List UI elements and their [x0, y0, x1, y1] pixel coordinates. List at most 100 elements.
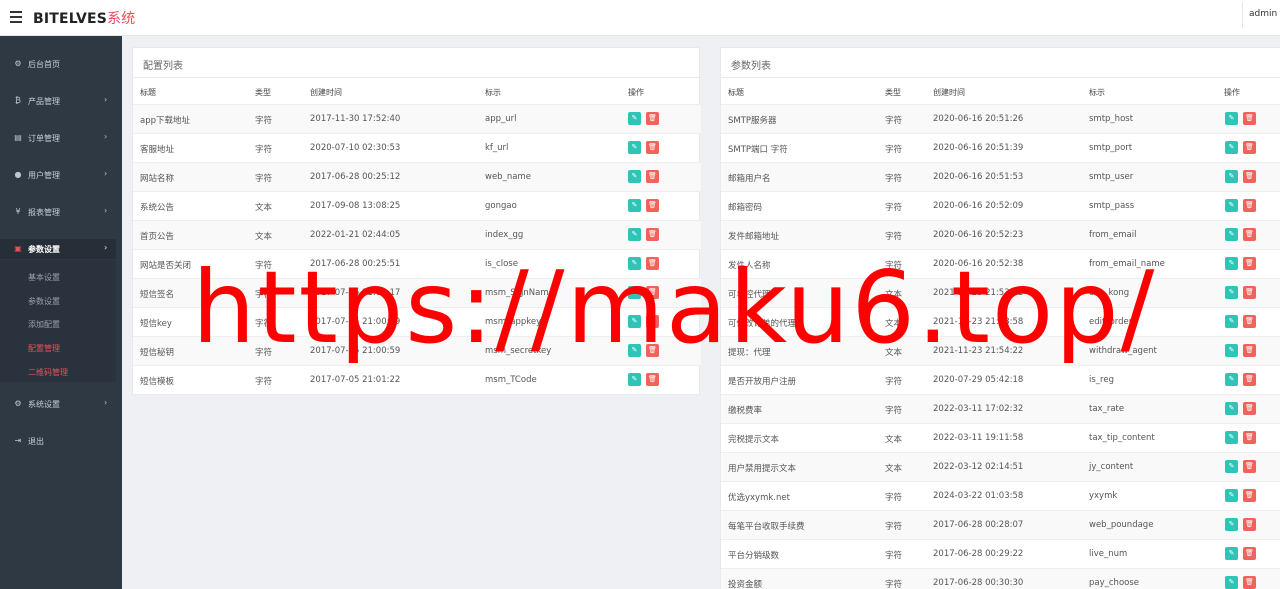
delete-icon[interactable]: 🗑 — [646, 170, 659, 183]
table-cell: 2017-09-08 13:08:25 — [310, 201, 401, 211]
table-row: app下载地址 字符 2017-11-30 17:52:40 app_url ✎ 🗑 — [133, 104, 701, 133]
brand-accent: 系统 — [107, 11, 136, 27]
chevron-down-icon: › — [104, 243, 108, 252]
edit-icon[interactable]: ✎ — [1225, 112, 1238, 125]
table-cell: 2017-06-28 00:29:22 — [933, 549, 1024, 559]
table-cell: 文本 — [885, 435, 903, 445]
delete-icon[interactable]: 🗑 — [646, 112, 659, 125]
edit-icon[interactable]: ✎ — [628, 141, 641, 154]
edit-icon[interactable]: ✎ — [1225, 489, 1238, 502]
table-cell: 2020-06-16 20:51:53 — [933, 172, 1024, 182]
edit-icon[interactable]: ✎ — [1225, 141, 1238, 154]
nav-item-system[interactable]: ⚙ 系统设置 › — [0, 394, 122, 414]
submenu-basic[interactable]: 基本设置 — [28, 272, 60, 283]
nav-item-reports[interactable]: ¥ 报表管理 › — [0, 202, 122, 222]
nav-label: 退出 — [28, 437, 44, 446]
edit-icon[interactable]: ✎ — [628, 199, 641, 212]
submenu-config-manage[interactable]: 配置管理 — [28, 343, 60, 354]
edit-icon[interactable]: ✎ — [1225, 199, 1238, 212]
table-row: 首页公告 文本 2022-01-21 02:44:05 index_gg ✎ 🗑 — [133, 220, 701, 249]
table-cell: web_poundage — [1089, 520, 1154, 530]
delete-icon[interactable]: 🗑 — [1243, 460, 1256, 473]
delete-icon[interactable]: 🗑 — [646, 141, 659, 154]
edit-icon[interactable]: ✎ — [1225, 373, 1238, 386]
nav-label: 用户管理 — [28, 171, 60, 180]
submenu-params[interactable]: 参数设置 — [28, 296, 60, 307]
edit-icon[interactable]: ✎ — [628, 228, 641, 241]
table-row: SMTP服务器 字符 2020-06-16 20:51:26 smtp_host ✎ 🗑 — [721, 104, 1280, 133]
table-cell: 字符 — [255, 145, 273, 155]
menu-toggle-icon[interactable] — [10, 11, 22, 23]
table-cell: 2017-06-28 00:28:07 — [933, 520, 1024, 530]
delete-icon[interactable]: 🗑 — [1243, 141, 1256, 154]
nav-item-home[interactable]: ⚙ 后台首页 — [0, 54, 122, 74]
delete-icon[interactable]: 🗑 — [1243, 257, 1256, 270]
table-cell: 投资金额 — [728, 580, 763, 589]
user-menu[interactable]: admin — [1242, 2, 1280, 28]
delete-icon[interactable]: 🗑 — [1243, 576, 1256, 589]
user-icon: ● — [14, 170, 22, 179]
edit-icon[interactable]: ✎ — [1225, 460, 1238, 473]
edit-icon[interactable]: ✎ — [1225, 170, 1238, 183]
table-cell: 首页公告 — [140, 232, 175, 242]
edit-icon[interactable]: ✎ — [1225, 228, 1238, 241]
nav-label: 参数设置 — [28, 245, 60, 254]
delete-icon[interactable]: 🗑 — [1243, 199, 1256, 212]
sidebar: ⚙ 后台首页 ₿ 产品管理 › ▤ 订单管理 › ● 用户管理 › ¥ 报表管理… — [0, 36, 122, 589]
watermark-text: https://maku6.top/ — [192, 249, 1157, 366]
params-submenu: 基本设置 参数设置 添加配置 配置管理 二维码管理 — [0, 260, 116, 382]
table-cell: 2022-01-21 02:44:05 — [310, 230, 401, 240]
delete-icon[interactable]: 🗑 — [646, 228, 659, 241]
brand-logo: BITELVES系统 — [33, 8, 135, 28]
nav-item-params[interactable]: ▣ 参数设置 › — [0, 239, 116, 259]
delete-icon[interactable]: 🗑 — [1243, 170, 1256, 183]
edit-icon[interactable]: ✎ — [1225, 518, 1238, 531]
chevron-right-icon: › — [104, 132, 108, 141]
chevron-right-icon: › — [104, 169, 108, 178]
delete-icon[interactable]: 🗑 — [1243, 547, 1256, 560]
edit-icon[interactable]: ✎ — [628, 170, 641, 183]
column-header: 创建时间 — [310, 88, 342, 97]
submenu-qrcode-manage[interactable]: 二维码管理 — [28, 367, 68, 378]
delete-icon[interactable]: 🗑 — [1243, 315, 1256, 328]
delete-icon[interactable]: 🗑 — [1243, 286, 1256, 299]
table-row: 完税提示文本 文本 2022-03-11 19:11:58 tax_tip_conte… — [721, 423, 1280, 452]
table-row: 是否开放用户注册 字符 2020-07-29 05:42:18 is_reg ✎ 🗑 — [721, 365, 1280, 394]
table-cell: 2020-06-16 20:51:39 — [933, 143, 1024, 153]
edit-icon[interactable]: ✎ — [1225, 431, 1238, 444]
edit-icon[interactable]: ✎ — [1225, 344, 1238, 357]
divider — [133, 77, 701, 78]
delete-icon[interactable]: 🗑 — [646, 199, 659, 212]
submenu-add-config[interactable]: 添加配置 — [28, 319, 60, 330]
edit-icon[interactable]: ✎ — [1225, 576, 1238, 589]
table-row: 发件邮箱地址 字符 2020-06-16 20:52:23 from_email ✎ 🗑 — [721, 220, 1280, 249]
delete-icon[interactable]: 🗑 — [1243, 402, 1256, 415]
edit-icon[interactable]: ✎ — [628, 112, 641, 125]
table-cell: 2022-03-11 19:11:58 — [933, 433, 1024, 443]
edit-icon[interactable]: ✎ — [1225, 286, 1238, 299]
table-cell: web_name — [485, 172, 531, 182]
edit-icon[interactable]: ✎ — [1225, 315, 1238, 328]
edit-icon[interactable]: ✎ — [628, 373, 641, 386]
nav-item-orders[interactable]: ▤ 订单管理 › — [0, 128, 122, 148]
nav-item-logout[interactable]: ⇥ 退出 — [0, 431, 122, 451]
delete-icon[interactable]: 🗑 — [646, 373, 659, 386]
edit-icon[interactable]: ✎ — [1225, 257, 1238, 270]
delete-icon[interactable]: 🗑 — [1243, 431, 1256, 444]
delete-icon[interactable]: 🗑 — [1243, 344, 1256, 357]
edit-icon[interactable]: ✎ — [1225, 547, 1238, 560]
table-cell: 字符 — [255, 116, 273, 126]
table-cell: 文本 — [885, 464, 903, 474]
table-cell: 字符 — [885, 174, 903, 184]
nav-item-users[interactable]: ● 用户管理 › — [0, 165, 122, 185]
delete-icon[interactable]: 🗑 — [1243, 228, 1256, 241]
delete-icon[interactable]: 🗑 — [1243, 518, 1256, 531]
delete-icon[interactable]: 🗑 — [1243, 373, 1256, 386]
edit-icon[interactable]: ✎ — [1225, 402, 1238, 415]
delete-icon[interactable]: 🗑 — [1243, 489, 1256, 502]
delete-icon[interactable]: 🗑 — [1243, 112, 1256, 125]
nav-item-products[interactable]: ₿ 产品管理 › — [0, 91, 122, 111]
table-cell: jy_content — [1089, 462, 1134, 472]
table-cell: 文本 — [255, 232, 273, 242]
bitcoin-icon: ₿ — [15, 96, 21, 105]
